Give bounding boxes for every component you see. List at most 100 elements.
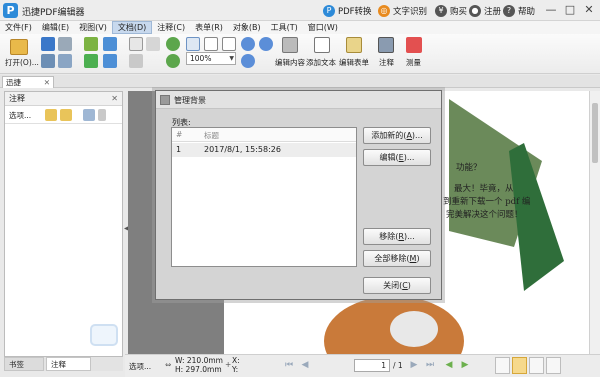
undo-icon[interactable]: [103, 37, 117, 51]
column-header-number: #: [176, 130, 183, 139]
manage-background-dialog: 管理背景 列表: # 标题 1 2017/8/1, 15:58:26 添加新的(…: [155, 90, 442, 300]
buy-button[interactable]: ¥ 购买: [435, 4, 467, 18]
menu-document[interactable]: 文档(D): [111, 21, 153, 34]
facing-view-icon[interactable]: [529, 357, 544, 374]
page-text-line: 完美解决这个问题！: [446, 210, 523, 220]
add-text-icon[interactable]: [314, 37, 330, 53]
cursor-position-icon: +: [225, 360, 232, 369]
close-dialog-button[interactable]: 关闭(C): [363, 277, 431, 294]
status-options-button[interactable]: 选项...: [129, 361, 151, 372]
print-icon[interactable]: [58, 37, 72, 51]
panel-options-button[interactable]: 选项...: [9, 110, 31, 121]
list-item[interactable]: 1 2017/8/1, 15:58:26: [172, 143, 356, 157]
select-tool-icon[interactable]: [146, 37, 160, 51]
annotate-icon[interactable]: [378, 37, 394, 53]
close-panel-icon[interactable]: ✕: [111, 92, 118, 106]
measure-label[interactable]: 测量: [406, 57, 421, 68]
actual-size-icon[interactable]: [222, 37, 236, 51]
chevron-down-icon[interactable]: [98, 109, 106, 121]
fit-width-icon[interactable]: [204, 37, 218, 51]
minimize-button[interactable]: —: [543, 2, 559, 18]
menu-object[interactable]: 对象(B): [228, 21, 266, 34]
zoom-value: 100%: [190, 54, 212, 63]
cursor-y: Y:: [232, 365, 239, 374]
menu-view[interactable]: 视图(V): [74, 21, 112, 34]
rotate-left-icon[interactable]: [166, 37, 180, 51]
zoom-icon[interactable]: [241, 54, 255, 68]
measure-icon[interactable]: [406, 37, 422, 53]
continuous-view-icon[interactable]: [512, 357, 527, 374]
hand-tool-icon[interactable]: [129, 37, 143, 51]
edit-content-label[interactable]: 编辑内容: [275, 57, 305, 68]
comment-sort-icon[interactable]: [60, 109, 72, 121]
panel-tabs: 书签 注释: [4, 357, 123, 371]
dog-highlight-shape: [390, 311, 438, 347]
last-page-icon[interactable]: ⏭: [424, 359, 436, 372]
tab-comments[interactable]: 注释: [46, 357, 91, 371]
menu-edit[interactable]: 编辑(E): [37, 21, 74, 34]
register-button[interactable]: ● 注册: [469, 4, 501, 18]
menu-comment[interactable]: 注释(C): [152, 21, 190, 34]
ocr-button[interactable]: ◎ 文字识别: [378, 4, 427, 18]
forward-view-icon[interactable]: ▶: [459, 359, 471, 372]
comment-filter-icon[interactable]: [45, 109, 57, 121]
add-text-label[interactable]: 添加文本: [306, 57, 336, 68]
document-tab-strip: 迅捷 ✕: [0, 75, 600, 88]
first-page-icon[interactable]: ⏮: [283, 359, 295, 372]
comment-settings-icon[interactable]: [83, 109, 95, 121]
back-view-icon[interactable]: ◀: [443, 359, 455, 372]
menu-file[interactable]: 文件(F): [0, 21, 37, 34]
ocr-icon: ◎: [378, 5, 390, 17]
zoom-out-icon[interactable]: [259, 37, 273, 51]
zoom-in-icon[interactable]: [241, 37, 255, 51]
close-tab-icon[interactable]: ✕: [44, 77, 50, 88]
edit-button[interactable]: 编辑(E)...: [363, 149, 431, 166]
open-folder-icon[interactable]: [10, 39, 28, 55]
menu-window[interactable]: 窗口(W): [303, 21, 343, 34]
comment-bubble-icon: [90, 324, 118, 346]
next-page-icon[interactable]: ▶: [408, 359, 420, 372]
menu-tools[interactable]: 工具(T): [266, 21, 303, 34]
remove-all-button[interactable]: 全部移除(M): [363, 250, 431, 267]
page-text-line: 功能？: [456, 163, 482, 173]
buy-label: 购买: [450, 7, 468, 17]
arrow-right-icon[interactable]: [84, 54, 98, 68]
scrollbar-thumb[interactable]: [592, 103, 598, 163]
row-number: 1: [176, 145, 182, 154]
arrow-left-icon[interactable]: [84, 37, 98, 51]
edit-content-icon[interactable]: [282, 37, 298, 53]
prev-page-icon[interactable]: ◀: [299, 359, 311, 372]
chevron-down-icon: ▼: [229, 55, 234, 62]
page-number-input[interactable]: 1: [354, 359, 390, 372]
redo-icon[interactable]: [103, 54, 117, 68]
user-icon: ●: [469, 5, 481, 17]
save-as-icon[interactable]: [41, 54, 55, 68]
dialog-title-bar[interactable]: 管理背景: [156, 91, 441, 109]
edit-form-icon[interactable]: [346, 37, 362, 53]
email-icon[interactable]: [58, 54, 72, 68]
tab-bookmarks[interactable]: 书签: [4, 357, 44, 371]
remove-button[interactable]: 移除(R)...: [363, 228, 431, 245]
snapshot-icon[interactable]: [129, 54, 143, 68]
single-page-view-icon[interactable]: [495, 357, 510, 374]
help-button[interactable]: ? 帮助: [503, 4, 535, 18]
page-total: / 1: [393, 361, 403, 370]
background-list[interactable]: # 标题 1 2017/8/1, 15:58:26: [171, 127, 357, 267]
annotate-label[interactable]: 注释: [379, 57, 394, 68]
zoom-select[interactable]: 100% ▼: [186, 52, 236, 65]
vertical-scrollbar[interactable]: [589, 91, 600, 354]
register-label: 注册: [484, 7, 502, 17]
page-height: H: 297.0mm: [175, 365, 222, 374]
save-icon[interactable]: [41, 37, 55, 51]
pdf-convert-button[interactable]: P PDF转换: [323, 4, 372, 18]
add-new-button[interactable]: 添加新的(A)...: [363, 127, 431, 144]
close-window-button[interactable]: ✕: [581, 2, 597, 18]
maximize-button[interactable]: □: [562, 2, 578, 18]
fit-page-icon[interactable]: [186, 37, 200, 51]
facing-continuous-view-icon[interactable]: [546, 357, 561, 374]
edit-form-label[interactable]: 编辑表单: [339, 57, 369, 68]
menu-form[interactable]: 表单(R): [190, 21, 228, 34]
document-tab[interactable]: 迅捷 ✕: [2, 76, 54, 88]
open-button-label[interactable]: 打开(O)...: [5, 57, 39, 68]
rotate-right-icon[interactable]: [166, 54, 180, 68]
